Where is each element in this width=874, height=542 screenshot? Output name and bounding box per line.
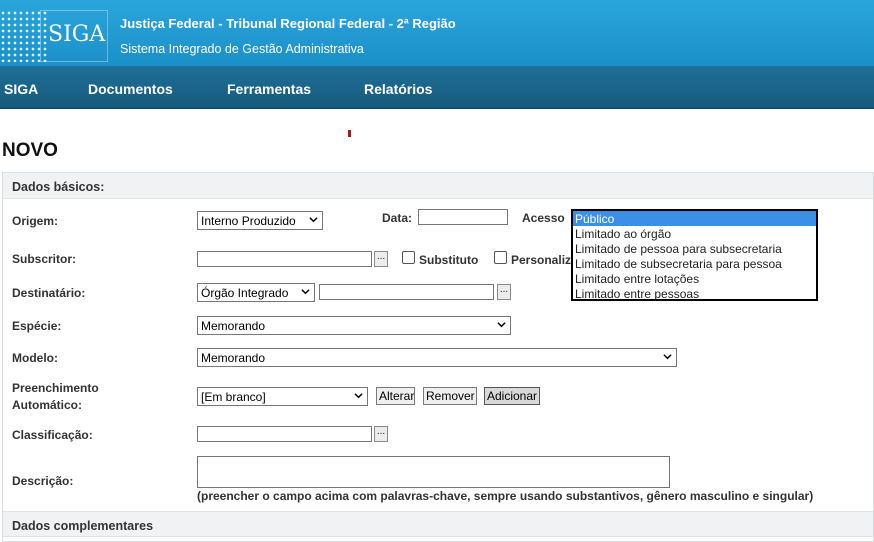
modelo-select-value: Memorando [201, 351, 266, 365]
destinatario-input[interactable] [319, 284, 494, 300]
remover-button[interactable]: Remover [423, 387, 477, 405]
alterar-button[interactable]: Alterar [376, 387, 415, 405]
destinatario-search-button[interactable]: ... [497, 284, 511, 300]
acesso-option-pessoa-subsecretaria[interactable]: Limitado de pessoa para subsecretaria [573, 241, 816, 256]
especie-label: Espécie: [12, 319, 62, 333]
descricao-textarea[interactable] [197, 456, 670, 488]
nav-item-ferramentas[interactable]: Ferramentas [227, 81, 311, 97]
descricao-hint: (preencher o campo acima com palavras-ch… [197, 489, 814, 503]
destinatario-type-value: Órgão Integrado [201, 286, 289, 300]
chevron-down-icon [354, 393, 363, 399]
descricao-label: Descrição: [12, 474, 74, 488]
preenchimento-label-line2: Automático: [12, 398, 82, 412]
logo-text: SIGA [48, 22, 106, 47]
origem-label: Origem: [12, 214, 59, 228]
chevron-down-icon [301, 289, 310, 295]
chevron-down-icon [663, 354, 672, 360]
page-title: NOVO [2, 140, 58, 161]
modelo-select[interactable]: Memorando [197, 348, 677, 367]
acesso-option-publico[interactable]: Público [573, 211, 816, 226]
preenchimento-select[interactable]: [Em branco] [197, 387, 368, 406]
especie-select[interactable]: Memorando [197, 316, 511, 335]
siga-logo[interactable]: SIGA [0, 10, 108, 62]
origem-select[interactable]: Interno Produzido [197, 211, 323, 230]
app-header: SIGA Justiça Federal - Tribunal Regional… [0, 0, 874, 66]
classificacao-input[interactable] [197, 426, 372, 442]
personalizar-checkbox[interactable] [494, 251, 507, 264]
origem-select-value: Interno Produzido [201, 214, 296, 228]
acesso-label: Acesso [522, 211, 565, 225]
acesso-option-entre-pessoas[interactable]: Limitado entre pessoas [573, 286, 816, 301]
substituto-label: Substituto [419, 253, 479, 267]
red-marker [348, 130, 351, 137]
header-subtitle: Sistema Integrado de Gestão Administrati… [120, 42, 364, 56]
subscritor-input[interactable] [197, 251, 372, 267]
especie-select-value: Memorando [201, 319, 266, 333]
classificacao-label: Classificação: [12, 428, 93, 442]
adicionar-button[interactable]: Adicionar [484, 387, 540, 405]
subscritor-search-button[interactable]: ... [374, 251, 388, 267]
substituto-checkbox[interactable] [402, 251, 415, 264]
data-label: Data: [382, 211, 413, 225]
preenchimento-label-line1: Preenchimento [12, 381, 99, 395]
chevron-down-icon [309, 217, 318, 223]
personalizar-label: Personaliz [511, 253, 572, 267]
acesso-option-entre-lotacoes[interactable]: Limitado entre lotações [573, 271, 816, 286]
preenchimento-select-value: [Em branco] [201, 390, 266, 404]
section-header-complementary[interactable]: Dados complementares [3, 511, 873, 537]
nav-item-siga[interactable]: SIGA [4, 81, 38, 97]
data-input[interactable] [418, 209, 508, 225]
chevron-down-icon [497, 322, 506, 328]
acesso-dropdown-list[interactable]: Público Limitado ao órgão Limitado de pe… [571, 209, 818, 301]
nav-item-documentos[interactable]: Documentos [88, 81, 173, 97]
acesso-option-limitado-orgao[interactable]: Limitado ao órgão [573, 226, 816, 241]
header-title: Justiça Federal - Tribunal Regional Fede… [120, 16, 456, 31]
destinatario-label: Destinatário: [12, 286, 86, 300]
subscritor-label: Subscritor: [12, 252, 77, 266]
section-header-basic: Dados básicos: [3, 173, 873, 199]
modelo-label: Modelo: [12, 351, 58, 365]
main-nav: SIGA Documentos Ferramentas Relatórios [0, 66, 874, 109]
destinatario-type-select[interactable]: Órgão Integrado [197, 283, 315, 302]
nav-item-relatorios[interactable]: Relatórios [364, 81, 432, 97]
classificacao-search-button[interactable]: ... [374, 426, 388, 442]
acesso-option-subsecretaria-pessoa[interactable]: Limitado de subsecretaria para pessoa [573, 256, 816, 271]
